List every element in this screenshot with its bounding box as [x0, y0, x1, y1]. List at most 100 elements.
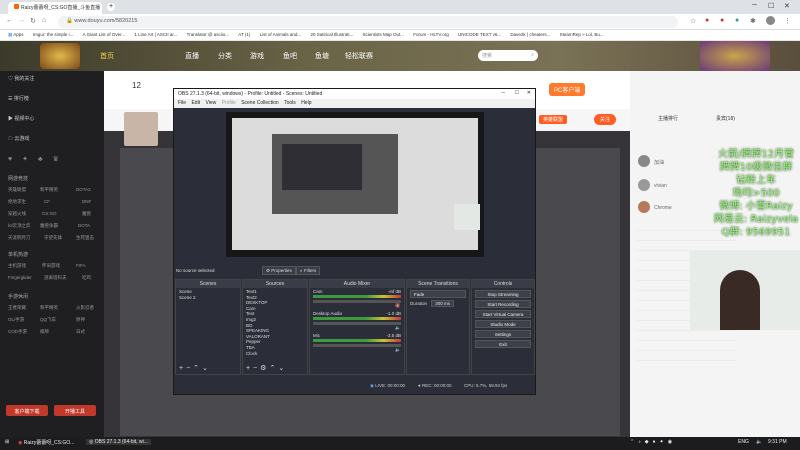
nav-yutang[interactable]: 鱼塘 — [315, 51, 329, 61]
obs-titlebar[interactable]: OBS 27.1.3 (64-bit, windows) - Profile: … — [174, 89, 535, 99]
apps-bookmark[interactable]: ▦ Apps — [8, 32, 24, 38]
category-link[interactable]: 吃鸡 — [82, 275, 91, 281]
promo-banner[interactable] — [700, 41, 770, 71]
browser-tab[interactable]: Raizy蕾蕾呀_CS:GO直播_斗鱼直播 — [8, 2, 102, 14]
extension-icon-2[interactable]: ● — [720, 17, 724, 24]
close-icon[interactable]: ✕ — [527, 90, 531, 96]
menu-file[interactable]: File — [178, 100, 186, 106]
taskbar-item-obs[interactable]: ◎ OBS 27.1.3 (64-bit, wi... — [86, 439, 151, 445]
clock[interactable]: 9:31 PM — [768, 439, 787, 445]
maximize-icon[interactable]: ☐ — [515, 90, 519, 96]
menu-view[interactable]: View — [205, 100, 216, 106]
shortcut-icons[interactable]: ♥✦♣♛ — [8, 155, 96, 165]
volume-slider[interactable] — [313, 322, 401, 325]
menu-tools[interactable]: Tools — [284, 100, 296, 106]
bookmark-item[interactable]: Dave2k | cheaters... — [510, 32, 550, 37]
pc-client-badge[interactable]: PC客户端 — [549, 83, 586, 96]
category-link[interactable]: 棋牌 — [40, 329, 49, 335]
search-input[interactable]: 搜索 ⌕ — [478, 50, 538, 61]
category-tag[interactable]: 英雄联盟 — [539, 115, 568, 124]
sidebar-item-video[interactable]: ▶ 视频中心 — [8, 115, 34, 122]
settings-button[interactable]: Settings — [475, 330, 531, 338]
user-avatar[interactable] — [638, 155, 650, 167]
category-link[interactable]: CS:GO — [42, 211, 57, 216]
star-icon[interactable]: ☆ — [690, 17, 696, 25]
category-link[interactable]: 怀旧游戏 — [42, 263, 60, 269]
nav-home[interactable]: 首页 — [100, 51, 114, 61]
user-avatar[interactable] — [638, 179, 650, 191]
url-input[interactable]: 🔒 www.douyu.com/5820215 — [58, 16, 678, 28]
category-link[interactable]: 日式 — [76, 329, 85, 335]
bookmark-item[interactable]: 20 Satirical Illustrati... — [310, 32, 353, 37]
tray-icons[interactable]: ⌃♪◆●✦◉ — [630, 439, 676, 445]
nav-yuba[interactable]: 鱼吧 — [283, 51, 297, 61]
sidebar-item-cloud[interactable]: ☁ 云游戏 — [8, 135, 29, 142]
bookmark-item[interactable]: Translator @ asciio... — [187, 32, 229, 37]
source-item[interactable]: Clock — [246, 351, 304, 357]
streamer-avatar[interactable] — [124, 112, 158, 146]
stream-tool-button[interactable]: 开播工具 — [54, 405, 96, 416]
chat-rank-title[interactable]: 主播排行 — [658, 115, 678, 122]
category-link[interactable]: lol云顶之弈 — [8, 223, 31, 229]
filters-button[interactable]: ◐ Filters — [296, 266, 321, 275]
bookmark-item[interactable]: AT (1) — [238, 32, 250, 37]
volume-icon[interactable]: 🔈 — [756, 439, 762, 445]
source-controls[interactable]: +−⚙⌃⌄ — [246, 364, 287, 372]
nav-league[interactable]: 轻松联赛 — [345, 51, 373, 61]
bookmark-item[interactable]: List of Animals and... — [260, 32, 302, 37]
user-avatar[interactable] — [638, 201, 650, 213]
category-link[interactable]: 天涯明月刀 — [8, 235, 31, 241]
volume-slider[interactable] — [313, 344, 401, 347]
chat-fans-tab[interactable]: 贵宾(18) — [716, 115, 735, 122]
category-link[interactable]: FIFA — [76, 263, 86, 268]
extension-icon[interactable]: ● — [705, 17, 709, 24]
extension-icon-3[interactable]: ● — [735, 17, 739, 24]
category-link[interactable]: 魔兽争霸 — [40, 223, 58, 229]
category-link[interactable]: DNF — [82, 199, 91, 204]
nav-category[interactable]: 分类 — [218, 51, 232, 61]
windows-start-icon[interactable]: ⊞ — [5, 439, 9, 445]
site-logo[interactable] — [40, 43, 80, 69]
menu-scene-collection[interactable]: Scene Collection — [241, 100, 279, 106]
taskbar-item-chrome[interactable]: ◉ Raizy蕾蕾呀_CS:GO... — [18, 439, 74, 446]
category-link[interactable]: Fingerglider — [8, 275, 32, 280]
category-link[interactable]: 王者荣耀 — [8, 305, 26, 311]
sidebar-item-rank[interactable]: ☰ 排行榜 — [8, 95, 29, 102]
plus-icon[interactable]: + — [107, 3, 115, 11]
category-link[interactable]: 守望先锋 — [44, 235, 62, 241]
minimize-icon[interactable]: ─ — [752, 2, 757, 9]
bookmark-item[interactable]: UNICODE TEXT v6... — [458, 32, 501, 37]
studio-mode-button[interactable]: Studio Mode — [475, 320, 531, 328]
reload-icon[interactable]: ↻ — [30, 17, 36, 25]
bookmark-item[interactable]: Scientists Map Out... — [362, 32, 404, 37]
bookmark-item[interactable]: 1 Line Art | ASCII ar... — [134, 32, 177, 37]
menu-icon[interactable]: ⋮ — [784, 17, 791, 25]
bookmark-item[interactable]: Imgur: the simple i... — [33, 32, 74, 37]
category-link[interactable]: OL/手游 — [8, 317, 24, 323]
minimize-icon[interactable]: ─ — [501, 90, 505, 96]
nav-live[interactable]: 直播 — [185, 51, 199, 61]
start-virtual-camera-button[interactable]: Start Virtual Camera — [475, 310, 531, 318]
volume-slider[interactable] — [313, 300, 401, 303]
category-link[interactable]: 生死狙击 — [76, 235, 94, 241]
category-link[interactable]: 魔兽 — [82, 211, 91, 217]
exit-button[interactable]: Exit — [475, 340, 531, 348]
category-link[interactable]: 原神 — [76, 317, 85, 323]
stop-streaming-button[interactable]: Stop Streaming — [475, 290, 531, 298]
category-link[interactable]: 英雄联盟 — [8, 187, 26, 193]
category-link[interactable]: DOTA2 — [76, 187, 91, 192]
category-link[interactable]: QQ飞车 — [40, 317, 56, 323]
speaker-icon[interactable]: 🔈 — [395, 325, 401, 331]
user-name[interactable]: 加油 — [654, 159, 664, 166]
transition-select[interactable]: Fade — [410, 290, 466, 298]
close-icon[interactable]: ✕ — [784, 2, 790, 10]
puzzle-icon[interactable]: ✱ — [750, 17, 756, 25]
sidebar-item-follow[interactable]: ♡ 我的关注 — [8, 75, 34, 82]
mute-icon[interactable]: 🔇 — [395, 303, 401, 309]
maximize-icon[interactable]: ☐ — [768, 2, 774, 10]
search-icon[interactable]: ⌕ — [531, 52, 534, 58]
obs-preview[interactable] — [226, 112, 484, 257]
category-link[interactable]: COD手游 — [8, 329, 27, 335]
category-link[interactable]: 绝地求生 — [8, 199, 26, 205]
scene-controls[interactable]: +−⌃⌄ — [179, 364, 211, 372]
